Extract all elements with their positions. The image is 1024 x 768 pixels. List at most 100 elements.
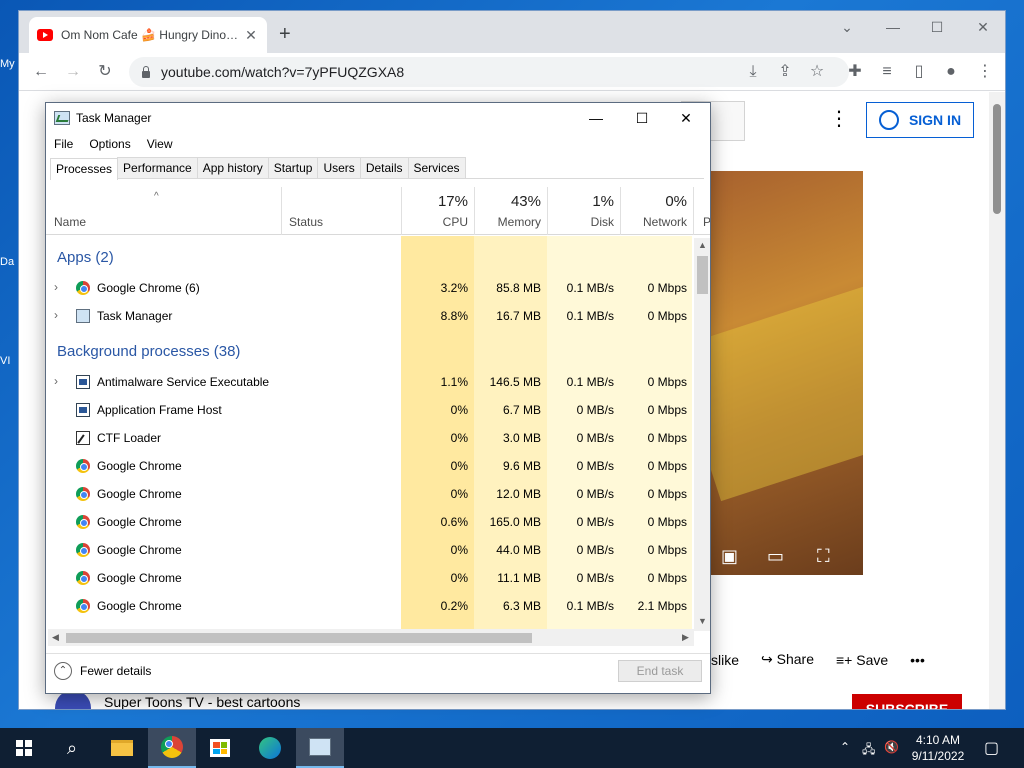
minimize-button[interactable]: — <box>576 107 616 129</box>
cpu-value: 0.2% <box>440 599 468 613</box>
tab-startup[interactable]: Startup <box>267 157 319 178</box>
menu-options[interactable]: Options <box>89 137 130 151</box>
table-row[interactable]: Google Chrome 0.2% 6.3 MB 0.1 MB/s 2.1 Mbps <box>46 592 692 620</box>
group-header-apps[interactable]: Apps (2) <box>46 244 692 272</box>
more-actions-icon[interactable]: ••• <box>910 652 925 668</box>
table-row[interactable]: Google Chrome 0% 12.0 MB 0 MB/s 0 Mbps <box>46 480 692 508</box>
chrome-menu-icon[interactable]: ⋮ <box>973 61 997 83</box>
maximize-button[interactable]: ☐ <box>622 107 662 129</box>
tab-app-history[interactable]: App history <box>196 157 269 178</box>
chevron-right-icon[interactable]: › <box>54 308 64 322</box>
close-button[interactable]: ✕ <box>963 15 1003 39</box>
table-row[interactable]: Google Chrome 0% 9.6 MB 0 MB/s 0 Mbps <box>46 452 692 480</box>
table-row[interactable]: Google Chrome 0% 44.0 MB 0 MB/s 0 Mbps <box>46 536 692 564</box>
close-button[interactable]: ✕ <box>666 107 706 129</box>
taskbar-file-explorer[interactable] <box>98 728 146 768</box>
side-panel-icon[interactable]: ▯ <box>907 61 931 83</box>
close-icon[interactable]: ✕ <box>243 27 259 44</box>
bookmark-star-icon[interactable]: ☆ <box>805 61 829 83</box>
chevron-up-icon[interactable]: ⌃ <box>54 662 72 680</box>
taskbar-task-manager[interactable] <box>296 728 344 768</box>
chevron-right-icon[interactable]: › <box>54 374 64 388</box>
back-icon[interactable]: ← <box>29 61 53 83</box>
scrollbar-thumb[interactable] <box>993 104 1001 214</box>
install-icon[interactable]: ⤓ <box>741 61 765 83</box>
scroll-left-icon[interactable]: ◀ <box>52 632 59 643</box>
taskbar-chrome[interactable] <box>148 728 196 768</box>
share-button[interactable]: ↪ Share <box>761 651 814 668</box>
tab-search-icon[interactable]: ⌄ <box>827 15 867 39</box>
column-header-disk[interactable]: 1% Disk <box>547 187 620 235</box>
profile-icon[interactable]: ● <box>939 61 963 83</box>
desktop-icon-label[interactable]: My <box>0 58 20 70</box>
tab-details[interactable]: Details <box>359 157 409 178</box>
process-name: CTF Loader <box>97 431 162 445</box>
scroll-down-icon[interactable]: ▼ <box>698 616 707 626</box>
channel-name[interactable]: Super Toons TV - best cartoons <box>104 694 300 709</box>
column-header-cpu[interactable]: 17% CPU <box>401 187 474 235</box>
start-button[interactable] <box>0 728 48 768</box>
taskbar-edge[interactable] <box>246 728 294 768</box>
menu-file[interactable]: File <box>54 137 73 151</box>
tab-users[interactable]: Users <box>317 157 361 178</box>
group-header-background[interactable]: Background processes (38) <box>46 338 692 366</box>
chevron-right-icon[interactable]: › <box>54 280 64 294</box>
table-row[interactable]: › Task Manager 8.8% 16.7 MB 0.1 MB/s 0 Mbps <box>46 302 692 330</box>
sign-in-button[interactable]: SIGN IN <box>866 102 974 138</box>
search-button[interactable]: ⌕ <box>48 728 96 768</box>
more-options-icon[interactable]: ⋮ <box>829 106 849 131</box>
table-row[interactable]: › Google Chrome (6) 3.2% 85.8 MB 0.1 MB/s 0 M… <box>46 274 692 302</box>
table-row[interactable]: CTF Loader 0% 3.0 MB 0 MB/s 0 Mbps <box>46 424 692 452</box>
column-header-memory[interactable]: 43% Memory <box>474 187 547 235</box>
column-header-status[interactable]: Status <box>281 187 401 235</box>
new-tab-button[interactable]: + <box>279 23 291 46</box>
minimize-button[interactable]: — <box>873 15 913 39</box>
fullscreen-icon[interactable]: ⛶ <box>817 546 830 567</box>
miniplayer-icon[interactable]: ▣ <box>721 546 738 567</box>
share-icon[interactable]: ⇪ <box>773 61 797 83</box>
tab-services[interactable]: Services <box>407 157 466 178</box>
url-text[interactable]: youtube.com/watch?v=7yPFUQZGXA8 <box>161 64 404 80</box>
volume-muted-icon[interactable]: 🔇 <box>884 740 899 754</box>
chevron-up-icon[interactable]: ⌃ <box>840 740 850 754</box>
scroll-right-icon[interactable]: ▶ <box>682 632 689 643</box>
page-scrollbar[interactable] <box>989 92 1005 709</box>
media-icon[interactable]: ≡ <box>875 61 899 83</box>
menu-view[interactable]: View <box>147 137 173 151</box>
column-header-power[interactable]: P <box>693 187 710 235</box>
lock-icon[interactable] <box>141 66 151 78</box>
fewer-details-link[interactable]: Fewer details <box>80 664 151 678</box>
horizontal-scrollbar[interactable]: ◀ ▶ <box>48 629 694 646</box>
save-button[interactable]: ≡+ Save <box>836 652 888 668</box>
vertical-scrollbar[interactable]: ▲ ▼ <box>694 238 710 631</box>
table-row[interactable]: › Antimalware Service Executable 1.1% 146.5… <box>46 368 692 396</box>
browser-tab[interactable]: Om Nom Cafe 🍰 Hungry Dinosaurs ✕ <box>29 17 267 53</box>
column-header-network[interactable]: 0% Network <box>620 187 693 235</box>
forward-icon[interactable]: → <box>61 61 85 83</box>
end-task-button[interactable]: End task <box>618 660 702 682</box>
network-icon[interactable]: 🖧 <box>862 740 875 761</box>
maximize-button[interactable]: ☐ <box>917 15 957 39</box>
tab-processes[interactable]: Processes <box>50 158 119 180</box>
dislike-button[interactable]: slike <box>711 652 739 668</box>
column-header-name[interactable]: ^ Name <box>46 187 281 235</box>
table-row[interactable]: Google Chrome 0% 11.1 MB 0 MB/s 0 Mbps <box>46 564 692 592</box>
notifications-icon[interactable]: ▢ <box>984 738 999 758</box>
theater-mode-icon[interactable]: ▭ <box>767 546 784 567</box>
desktop-icon-label[interactable]: Da <box>0 256 20 268</box>
scrollbar-thumb[interactable] <box>697 256 708 294</box>
table-row[interactable]: Application Frame Host 0% 6.7 MB 0 MB/s 0 Mb… <box>46 396 692 424</box>
chrome-icon <box>76 571 90 585</box>
subscribe-button[interactable]: SUBSCRIBE <box>852 694 962 709</box>
tab-performance[interactable]: Performance <box>117 157 198 178</box>
video-player[interactable] <box>711 171 863 575</box>
reload-icon[interactable]: ↻ <box>93 61 117 83</box>
desktop-icon-label[interactable]: VI <box>0 355 20 367</box>
scrollbar-thumb[interactable] <box>66 633 532 643</box>
extensions-icon[interactable]: ✚ <box>843 61 867 83</box>
taskbar-store[interactable] <box>196 728 244 768</box>
title-bar[interactable]: Task Manager — ☐ ✕ <box>46 103 710 133</box>
table-row[interactable]: Google Chrome 0.6% 165.0 MB 0 MB/s 0 Mbps <box>46 508 692 536</box>
scroll-up-icon[interactable]: ▲ <box>698 240 707 250</box>
clock[interactable]: 4:10 AM 9/11/2022 <box>902 732 974 764</box>
